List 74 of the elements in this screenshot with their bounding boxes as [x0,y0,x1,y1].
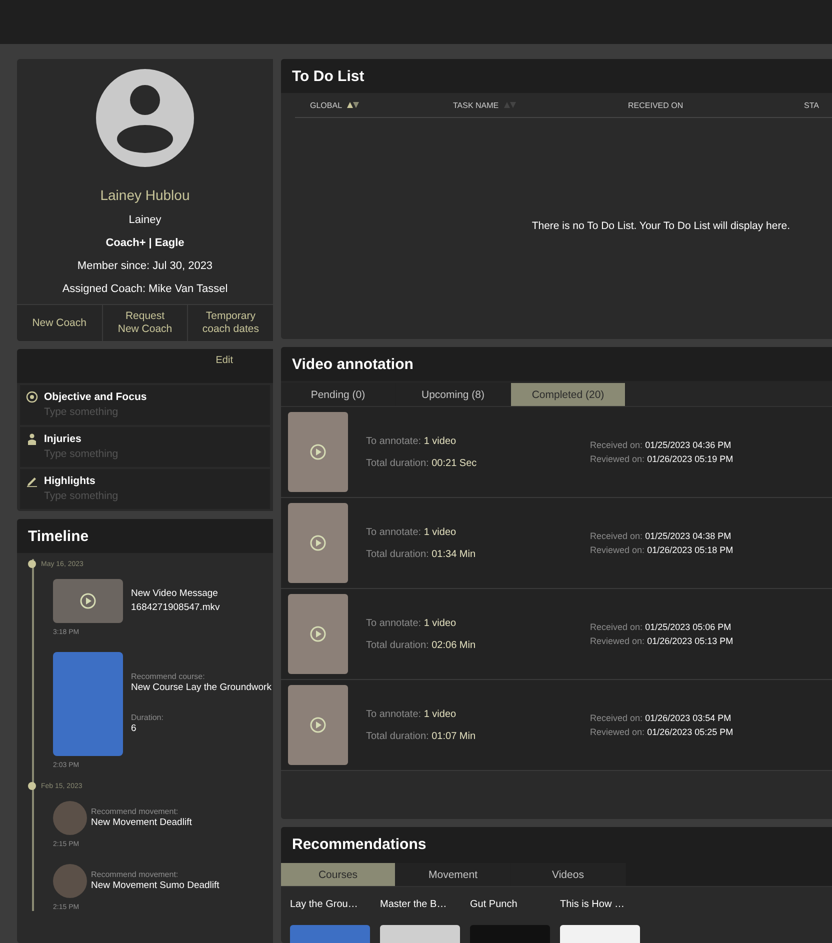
pencil-icon [26,475,38,487]
tab[interactable]: Courses [281,863,396,886]
note-title: Highlights [44,475,96,487]
person-icon [26,433,38,445]
target-icon [26,391,38,403]
annotate-count: To annotate: 1 video [366,708,458,720]
avatar-icon [96,69,194,167]
reviewed-date: Reviewed on: 01/26/2023 05:25 PM [590,727,734,737]
tab[interactable]: Videos [511,863,626,886]
column-header[interactable]: STA [804,100,819,110]
note-title: Injuries [44,433,82,445]
file-name: 1684271908547.mkv [131,601,220,615]
timeline-dot [28,560,36,568]
total-duration: Total duration: 02:06 Min [366,640,477,650]
entry-title: New Course Lay the Groundwork [131,681,272,695]
reviewed-date: Reviewed on: 01/26/2023 05:18 PM [590,545,734,555]
panel-title: Video annotation [292,356,414,372]
entry-label: Recommend movement: [91,806,180,816]
member-since: Member since: Jul 30, 2023 [77,260,213,272]
annotate-count: To annotate: 1 video [366,526,458,538]
video-row[interactable]: To annotate: 1 video Total duration: 01:07 Min Received on: 01/26/2023 03:54 PM Reviewed on: 01/26/2023 05:25 PM [281,680,832,771]
play-icon[interactable] [310,626,326,642]
sort-icon[interactable] [347,102,360,108]
empty-message: There is no To Do List. Your To Do List will display here. [530,219,791,232]
video-row[interactable]: To annotate: 1 video Total duration: 00:21 Sec Received on: 01/25/2023 04:36 PM Reviewed on: 01/26/2023 05:19 PM [281,407,832,498]
column-header[interactable]: TASK NAME [453,100,499,110]
timeline-dot [28,782,36,790]
reviewed-date: Reviewed on: 01/26/2023 05:13 PM [590,636,734,646]
play-icon[interactable] [310,717,326,733]
duration-value: 6 [131,722,138,736]
coach-button[interactable]: Request New Coach [102,305,188,341]
plan-label: Coach+ | Eagle [106,237,184,249]
panel-title: Recommendations [292,836,426,852]
annotate-count: To annotate: 1 video [366,618,458,628]
panel-title: To Do List [292,68,364,84]
entry-label: Recommend course: [131,672,206,681]
received-date: Received on: 01/26/2023 03:54 PM [590,713,732,723]
course-title[interactable]: This is How … [560,899,640,925]
coach-button[interactable]: Temporary coach dates [188,305,273,341]
duration-label: Duration: [131,713,164,722]
entry-title: New Movement Deadlift [91,816,192,830]
annotate-count: To annotate: 1 video [366,436,458,446]
received-date: Received on: 01/25/2023 04:38 PM [590,531,732,541]
photo-placeholder[interactable] [53,579,123,623]
note-title: Objective and Focus [44,391,148,403]
video-row[interactable]: To annotate: 1 video Total duration: 02:06 Min Received on: 01/25/2023 05:06 PM Reviewed on: 01/26/2023 05:13 PM [281,589,832,680]
entry-title: New Video Message [131,587,219,601]
entry-title: New Movement Sumo Deadlift [91,878,220,892]
column-header[interactable]: RECEIVED ON [628,100,684,110]
total-duration: Total duration: 01:34 Min [366,548,477,560]
total-duration: Total duration: 01:07 Min [366,730,477,742]
column-header[interactable]: GLOBAL [310,100,342,110]
course-title[interactable]: Gut Punch [470,899,550,925]
photo-placeholder[interactable] [53,864,87,898]
received-date: Received on: 01/25/2023 05:06 PM [590,622,732,632]
play-icon[interactable] [310,535,326,551]
tab[interactable]: Completed (20) [511,383,626,406]
reviewed-date: Reviewed on: 01/26/2023 05:19 PM [590,454,734,464]
panel-title: Timeline [28,528,89,544]
course-title[interactable]: Master the B… [380,899,460,925]
photo-placeholder[interactable] [53,801,87,835]
received-date: Received on: 01/25/2023 04:36 PM [590,440,732,450]
play-icon[interactable] [80,593,96,609]
play-icon[interactable] [310,444,326,460]
video-row[interactable]: To annotate: 1 video Total duration: 01:34 Min Received on: 01/25/2023 04:38 PM Reviewed on: 01/26/2023 05:18 PM [281,498,832,589]
user-name: Lainey Hublou [100,187,190,203]
assigned-coach: Assigned Coach: Mike Van Tassel [62,283,228,295]
coach-button[interactable]: New Coach [17,305,103,341]
total-duration: Total duration: 00:21 Sec [366,458,478,468]
course-title[interactable]: Lay the Grou… [290,899,370,925]
nickname: Lainey [128,214,162,226]
entry-label: Recommend movement: [91,870,180,878]
edit-link[interactable]: Edit [216,355,233,383]
tab[interactable]: Movement [396,863,511,886]
